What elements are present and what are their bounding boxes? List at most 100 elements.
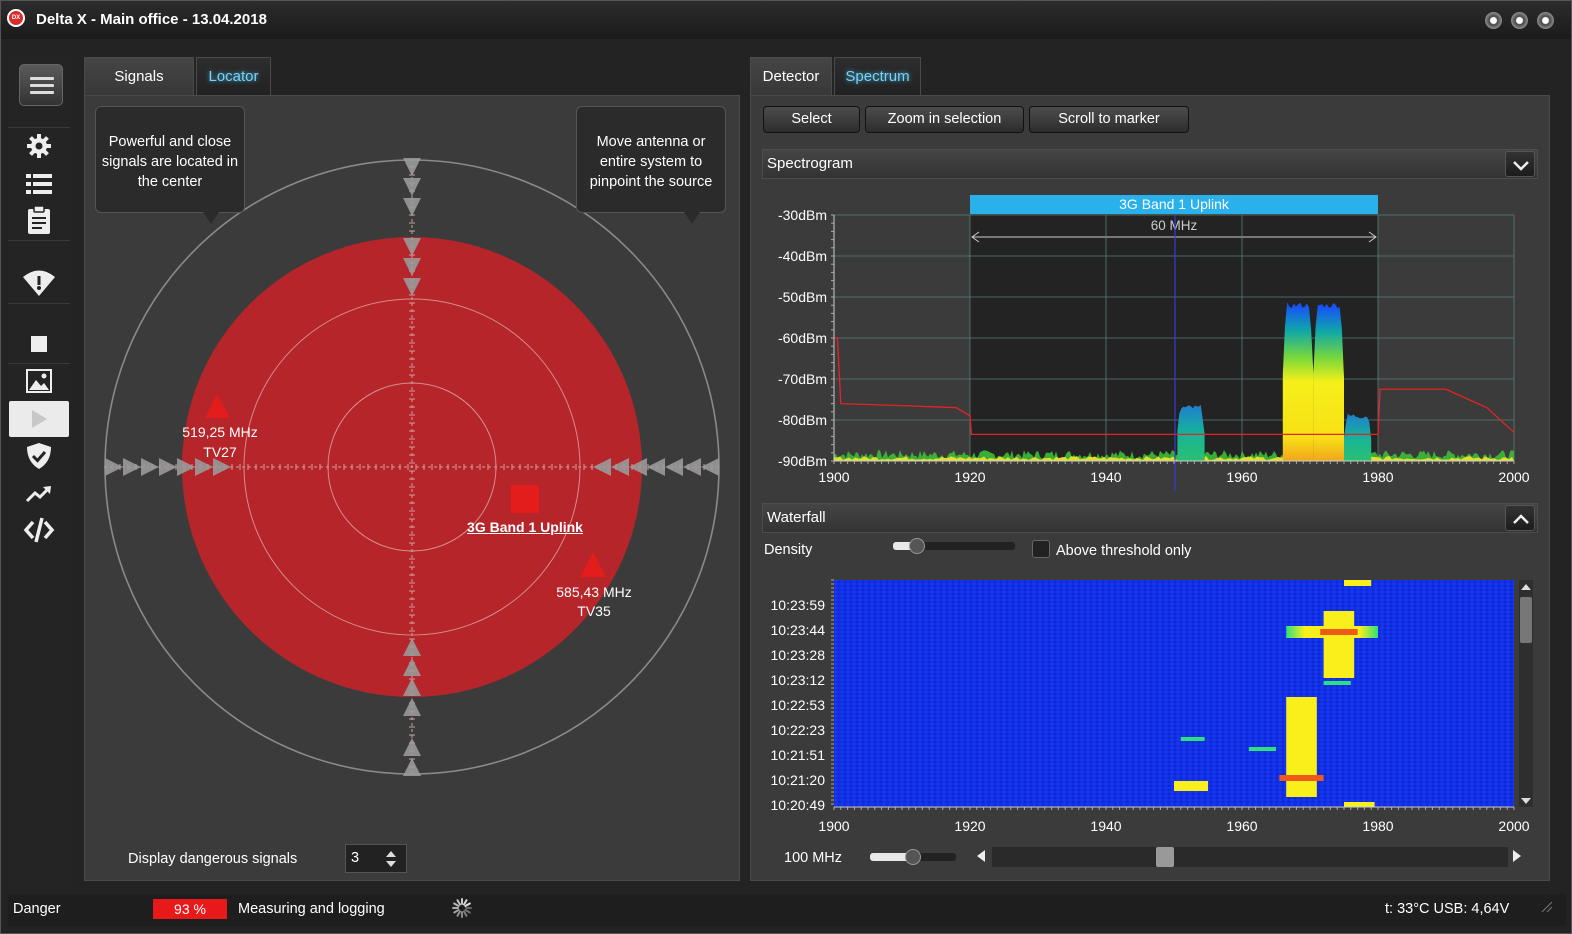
close-button[interactable]	[1537, 12, 1554, 29]
waterfall-signal	[1320, 629, 1358, 635]
callout-antenna-info: Move antenna or entire system to pinpoin…	[576, 106, 726, 224]
waterfall-chart[interactable]: 10:23:59 10:23:44 10:23:28 10:23:12 10:22:53…	[757, 575, 1542, 835]
select-button[interactable]: Select	[763, 106, 860, 133]
time-tick-label: 10:23:59	[771, 597, 826, 613]
zoom-in-selection-button[interactable]: Zoom in selection	[865, 106, 1024, 133]
chevron-up-icon	[1513, 514, 1529, 524]
settings-icon[interactable]	[8, 129, 70, 163]
x-tick-label: 1960	[1226, 818, 1257, 834]
code-icon[interactable]	[8, 513, 70, 547]
y-tick-label: -30dBm	[778, 207, 827, 223]
threshold-label: Above threshold only	[1056, 543, 1192, 559]
spectrogram-chart[interactable]: 3G Band 1 Uplink 60 MHz -30dBm -40dBm -50dB…	[757, 181, 1542, 491]
chevron-down-icon	[1513, 161, 1529, 171]
band-label-text: 3G Band 1 Uplink	[1119, 196, 1230, 212]
span-slider-handle[interactable]	[905, 849, 921, 865]
signal-peak[interactable]	[1313, 303, 1344, 461]
y-tick-label: -50dBm	[778, 289, 827, 305]
window-title: Delta X - Main office - 13.04.2018	[36, 11, 267, 28]
y-tick-label: -90dBm	[778, 453, 827, 469]
waterfall-collapse-button[interactable]	[1505, 505, 1535, 531]
waterfall-signal	[1286, 697, 1317, 797]
frequency-scrollbar[interactable]	[992, 847, 1508, 867]
x-tick-label: 1920	[954, 469, 985, 485]
list-icon[interactable]	[8, 167, 70, 201]
frequency-scroll-thumb[interactable]	[1156, 847, 1175, 867]
span-label: 100 MHz	[784, 850, 843, 866]
signal-peak[interactable]	[1282, 302, 1314, 461]
pan-left-icon[interactable]	[974, 848, 988, 864]
time-tick-label: 10:21:20	[771, 772, 826, 788]
signal-freq-tv27: 519,25 MHz	[182, 424, 258, 440]
waterfall-signal	[1180, 737, 1205, 741]
status-state: Danger	[13, 901, 61, 917]
stop-icon[interactable]	[8, 327, 70, 361]
signal-marker-3g-band[interactable]	[511, 485, 539, 513]
time-tick-label: 10:21:51	[771, 747, 826, 763]
time-tick-label: 10:20:49	[771, 797, 826, 813]
time-tick-label: 10:23:44	[771, 622, 826, 638]
waterfall-signal	[1344, 802, 1375, 807]
main-window: DX Delta X - Main office - 13.04.2018 Si…	[0, 0, 1572, 934]
time-tick-label: 10:22:23	[771, 722, 826, 738]
waterfall-signal	[1174, 781, 1208, 791]
hamburger-menu-button[interactable]	[19, 64, 63, 106]
signal-channel-tv35: TV35	[577, 603, 611, 619]
signal-name-3g-band[interactable]: 3G Band 1 Uplink	[453, 519, 597, 535]
dangerous-count-value: 3	[351, 850, 360, 866]
signal-peak[interactable]	[1344, 413, 1372, 461]
side-navigation	[8, 57, 70, 889]
scroll-to-marker-button[interactable]: Scroll to marker	[1029, 106, 1189, 133]
spectrogram-header: Spectrogram	[762, 149, 1538, 179]
trending-up-icon[interactable]	[8, 477, 70, 511]
dangerous-count-stepper[interactable]: 3	[345, 844, 407, 873]
band-width-text: 60 MHz	[1151, 218, 1198, 233]
maximize-button[interactable]	[1511, 12, 1528, 29]
waterfall-signal	[1279, 775, 1324, 781]
spectrogram-title: Spectrogram	[767, 155, 853, 172]
status-message: Measuring and logging	[238, 901, 385, 917]
resize-grip-icon[interactable]	[1539, 899, 1553, 913]
app-logo-icon: DX	[7, 9, 25, 27]
density-slider[interactable]	[893, 538, 1015, 554]
tab-detector[interactable]: Detector	[750, 57, 832, 95]
spectrogram-collapse-button[interactable]	[1505, 151, 1535, 177]
x-tick-label: 1940	[1090, 818, 1121, 834]
waterfall-signal	[1344, 580, 1372, 586]
tab-signals-label: Signals	[114, 68, 164, 85]
waterfall-scroll-thumb[interactable]	[1520, 597, 1532, 643]
density-label: Density	[764, 542, 813, 558]
tab-locator-label: Locator	[208, 68, 259, 85]
signal-channel-tv27: TV27	[203, 444, 237, 460]
shield-check-icon[interactable]	[8, 439, 70, 473]
y-tick-label: -70dBm	[778, 371, 827, 387]
span-slider[interactable]	[870, 849, 956, 865]
x-tick-label: 1980	[1362, 469, 1393, 485]
antenna-signal-icon[interactable]	[8, 265, 70, 299]
title-bar: DX Delta X - Main office - 13.04.2018	[1, 1, 1571, 39]
play-icon[interactable]	[9, 401, 69, 437]
x-tick-label: 1900	[818, 818, 849, 834]
stepper-arrows-icon[interactable]	[384, 849, 398, 869]
y-tick-label: -60dBm	[778, 330, 827, 346]
clipboard-icon[interactable]	[8, 203, 70, 237]
x-tick-label: 1980	[1362, 818, 1393, 834]
threshold-checkbox[interactable]	[1032, 540, 1050, 558]
waterfall-signal	[1248, 747, 1276, 751]
callout-center-info: Powerful and close signals are located i…	[95, 106, 245, 224]
y-tick-label: -40dBm	[778, 248, 827, 264]
minimize-button[interactable]	[1485, 12, 1502, 29]
pan-right-icon[interactable]	[1510, 848, 1524, 864]
tab-locator[interactable]: Locator	[196, 57, 271, 95]
display-dangerous-label: Display dangerous signals	[128, 851, 298, 867]
tab-spectrum[interactable]: Spectrum	[834, 57, 921, 95]
x-tick-label: 2000	[1498, 469, 1529, 485]
time-tick-label: 10:23:12	[771, 672, 826, 688]
time-tick-label: 10:22:53	[771, 697, 826, 713]
signal-peak[interactable]	[1177, 404, 1205, 461]
signal-freq-tv35: 585,43 MHz	[556, 584, 632, 600]
tab-signals[interactable]: Signals	[84, 57, 194, 95]
waterfall-signal	[1323, 681, 1351, 685]
image-icon[interactable]	[8, 364, 70, 398]
waterfall-signal	[1323, 611, 1355, 678]
